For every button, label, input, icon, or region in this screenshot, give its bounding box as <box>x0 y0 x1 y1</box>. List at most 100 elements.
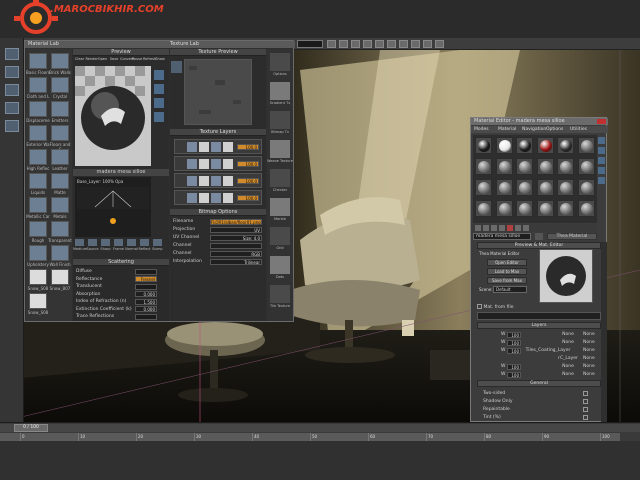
layer-value-field[interactable]: 100 <box>507 347 521 354</box>
tool-icon[interactable] <box>491 225 497 231</box>
layer-blend-icon[interactable] <box>211 176 221 186</box>
general-option-checkbox[interactable] <box>583 415 588 420</box>
tool-icon[interactable] <box>515 225 521 231</box>
tool-icon[interactable] <box>499 225 505 231</box>
material-slot[interactable] <box>475 179 492 196</box>
material-slot[interactable] <box>495 158 513 175</box>
material-slot[interactable] <box>557 179 574 196</box>
library-item-thumbnail[interactable] <box>51 197 69 213</box>
material-slot[interactable] <box>577 137 595 154</box>
layer-blend-icon[interactable] <box>187 159 197 169</box>
bitmap-value[interactable]: UV <box>210 226 262 233</box>
library-item-thumbnail[interactable] <box>29 173 47 189</box>
bitmap-value[interactable]: FLOR1/alban/floor01.png <box>210 218 262 225</box>
picker-icon[interactable] <box>535 233 543 240</box>
library-item-thumbnail[interactable] <box>29 53 47 69</box>
texture-layer-value[interactable]: 100.0 <box>237 195 259 201</box>
scattering-value[interactable]: 0.000 <box>135 306 157 312</box>
tool-bump-icon[interactable] <box>153 239 162 246</box>
toolbar-button[interactable] <box>375 40 384 48</box>
material-slot[interactable] <box>536 137 554 154</box>
toolbar-icon[interactable] <box>5 66 19 78</box>
general-option-checkbox[interactable] <box>583 399 588 404</box>
sidebar-icon[interactable] <box>598 147 605 154</box>
selection-dropdown[interactable] <box>297 40 323 48</box>
library-item-thumbnail[interactable] <box>29 101 47 117</box>
texture-type-thumbnail[interactable] <box>270 82 290 100</box>
library-item-thumbnail[interactable] <box>29 77 47 93</box>
toolbar-button[interactable] <box>399 40 408 48</box>
menu-navigation[interactable]: Navigation <box>522 126 546 133</box>
texture-type-thumbnail[interactable] <box>270 227 290 245</box>
layer-blend-icon[interactable] <box>187 176 197 186</box>
scattering-swatch[interactable] <box>135 268 157 275</box>
general-option-checkbox[interactable] <box>583 407 588 412</box>
general-option-checkbox[interactable] <box>583 391 588 396</box>
tool-frame-icon[interactable] <box>114 239 123 246</box>
material-slot[interactable] <box>536 200 554 217</box>
close-icon[interactable] <box>597 119 606 124</box>
texture-layer-value[interactable]: 100.0 <box>237 161 259 167</box>
tool-source-icon[interactable] <box>88 239 97 246</box>
bitmap-value[interactable]: RGB <box>210 250 262 257</box>
scene-dropdown[interactable]: Default <box>493 286 527 293</box>
mat-file-path[interactable] <box>477 312 601 320</box>
open-editor-button[interactable]: Open Editor <box>487 259 527 266</box>
library-item-thumbnail[interactable] <box>29 269 47 285</box>
sidebar-icon[interactable] <box>598 157 605 164</box>
tool-icon[interactable] <box>483 225 489 231</box>
timeline-track[interactable]: 0 10 20 30 40 50 60 70 80 90 100 <box>0 433 620 441</box>
time-slider[interactable]: 0 / 100 <box>0 424 640 432</box>
toolbar-icon[interactable] <box>5 120 19 132</box>
material-name-field[interactable]: madera mesa silloe <box>473 233 531 240</box>
scrollbar[interactable] <box>601 242 607 422</box>
layer-value-field[interactable]: 100 <box>507 339 521 346</box>
toolbar-convert-button[interactable]: Convert <box>120 57 134 65</box>
scattering-value[interactable]: Fresnel <box>135 276 157 282</box>
material-type-button[interactable]: Thea Material <box>547 233 597 240</box>
scattering-value[interactable]: 0.000 <box>135 291 157 297</box>
tool-icon[interactable] <box>475 225 481 231</box>
material-slot[interactable] <box>495 179 513 196</box>
tool-icon[interactable] <box>523 225 529 231</box>
tool-medium-icon[interactable] <box>75 239 84 246</box>
toolbar-button[interactable] <box>351 40 360 48</box>
layers-header[interactable]: Layers <box>477 322 601 329</box>
material-slot[interactable] <box>516 179 533 196</box>
scattering-swatch[interactable] <box>135 283 157 290</box>
layer-map-button[interactable]: Tiles_Coating_Layer <box>523 347 573 354</box>
layer-value-field[interactable]: 100 <box>507 363 521 370</box>
layer-blend-icon[interactable] <box>211 193 221 203</box>
material-slot[interactable] <box>475 158 492 175</box>
sidebar-icon[interactable] <box>598 177 605 184</box>
texture-layer-row[interactable]: 100.0 <box>174 173 262 188</box>
toolbar-icon[interactable] <box>5 102 19 114</box>
sidebar-icon[interactable] <box>598 137 605 144</box>
material-slot[interactable] <box>516 137 533 154</box>
layer-blend-icon[interactable] <box>199 142 209 152</box>
library-item-thumbnail[interactable] <box>29 293 47 309</box>
tool-reflect-icon[interactable] <box>140 239 149 246</box>
bitmap-value[interactable] <box>210 242 262 249</box>
material-slot[interactable] <box>557 137 574 154</box>
toolbar-button[interactable] <box>435 40 444 48</box>
sidebar-icon[interactable] <box>598 167 605 174</box>
toolbar-button[interactable] <box>387 40 396 48</box>
library-item-thumbnail[interactable] <box>29 149 47 165</box>
scattering-value[interactable]: 1.500 <box>135 298 157 305</box>
material-slot[interactable] <box>577 179 595 196</box>
layer-blend-icon[interactable] <box>211 159 221 169</box>
toolbar-refresh-button[interactable]: Refresh <box>143 57 156 65</box>
toolbar-button[interactable] <box>411 40 420 48</box>
texture-layer-row[interactable]: 100.0 <box>174 156 262 171</box>
layer-value-field[interactable]: 100 <box>507 331 521 338</box>
general-header[interactable]: General <box>477 380 601 387</box>
library-item-thumbnail[interactable] <box>51 149 69 165</box>
preview-editor-header[interactable]: Preview & Mat. Editor <box>477 242 601 249</box>
toolbar-pause-button[interactable]: Pause <box>132 57 143 65</box>
layer-blend-icon[interactable] <box>223 159 233 169</box>
library-item-thumbnail[interactable] <box>51 245 69 261</box>
toolbar-button[interactable] <box>363 40 372 48</box>
library-item-thumbnail[interactable] <box>29 221 47 237</box>
library-item-thumbnail[interactable] <box>51 101 69 117</box>
